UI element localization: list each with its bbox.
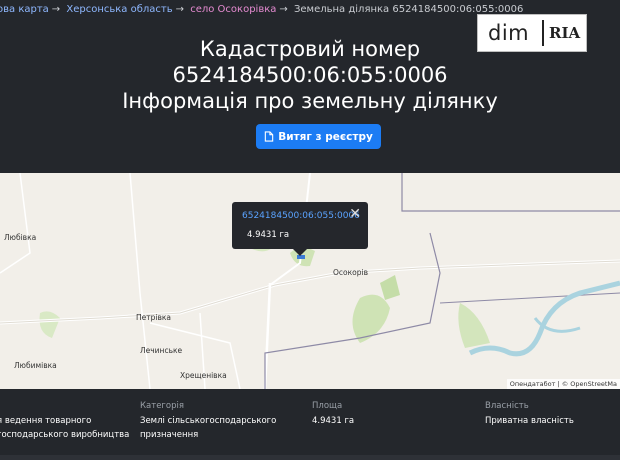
place-label: Хрещенівка bbox=[180, 371, 227, 380]
info-category: Категорія Землі сільськогосподарського п… bbox=[140, 399, 276, 442]
title-line-1: Кадастровий номер bbox=[199, 37, 421, 61]
info-value: 4.9431 га bbox=[312, 416, 355, 426]
info-area: Площа 4.9431 га bbox=[312, 399, 354, 428]
info-value: я ведення товарного bbox=[0, 416, 92, 426]
breadcrumb: ова карта → Херсонська область → село Осок… bbox=[0, 4, 526, 15]
extract-button-label: Витяг з реєстру bbox=[278, 130, 373, 143]
title-cadastre-number: 6524184500:06:055:0006 bbox=[172, 63, 448, 87]
popup-area: 4.9431 га bbox=[247, 230, 290, 240]
parcel-info: я ведення товарного господарського вироб… bbox=[0, 389, 620, 460]
place-label: Петрівка bbox=[136, 313, 172, 322]
extract-button[interactable]: Витяг з реєстру bbox=[256, 124, 381, 149]
place-label: Любимівка bbox=[14, 361, 57, 370]
info-ownership: Власність Приватна власність bbox=[485, 399, 574, 428]
info-value: господарського виробництва bbox=[0, 430, 130, 440]
info-header: Власність bbox=[485, 401, 529, 411]
breadcrumb-region[interactable]: Херсонська область bbox=[66, 4, 172, 15]
info-header: Категорія bbox=[140, 401, 184, 411]
info-header bbox=[0, 399, 129, 413]
document-icon bbox=[264, 131, 274, 142]
place-label: Любівка bbox=[4, 233, 37, 242]
info-header: Площа bbox=[312, 401, 343, 411]
breadcrumb-separator: → bbox=[279, 4, 288, 15]
info-value: Землі сільськогосподарського bbox=[140, 416, 277, 426]
parcel-popup: 6524184500:06:055:0006 4.9431 га ✕ bbox=[232, 202, 368, 249]
close-icon[interactable]: ✕ bbox=[349, 206, 361, 222]
place-label: Осокорів bbox=[333, 268, 368, 277]
info-value: призначення bbox=[140, 430, 199, 440]
place-label: Лечинське bbox=[140, 346, 183, 355]
popup-cadastre-link[interactable]: 6524184500:06:055:0006 bbox=[242, 211, 360, 221]
breadcrumb-separator: → bbox=[175, 4, 185, 15]
page-title: Кадастровий номер 6524184500:06:055:0006… bbox=[0, 36, 620, 114]
breadcrumb-map[interactable]: ова карта bbox=[0, 4, 49, 15]
info-purpose: я ведення товарного господарського вироб… bbox=[0, 399, 129, 442]
breadcrumb-village[interactable]: село Осокорівка bbox=[190, 4, 276, 15]
map-attribution[interactable]: Опендатабот | © OpenStreetMa bbox=[506, 379, 620, 389]
info-value: Приватна власність bbox=[485, 416, 574, 426]
title-line-3: Інформація про земельну ділянку bbox=[122, 89, 498, 113]
popup-pointer bbox=[293, 249, 307, 256]
divider bbox=[0, 455, 620, 460]
breadcrumb-separator: → bbox=[51, 4, 61, 15]
